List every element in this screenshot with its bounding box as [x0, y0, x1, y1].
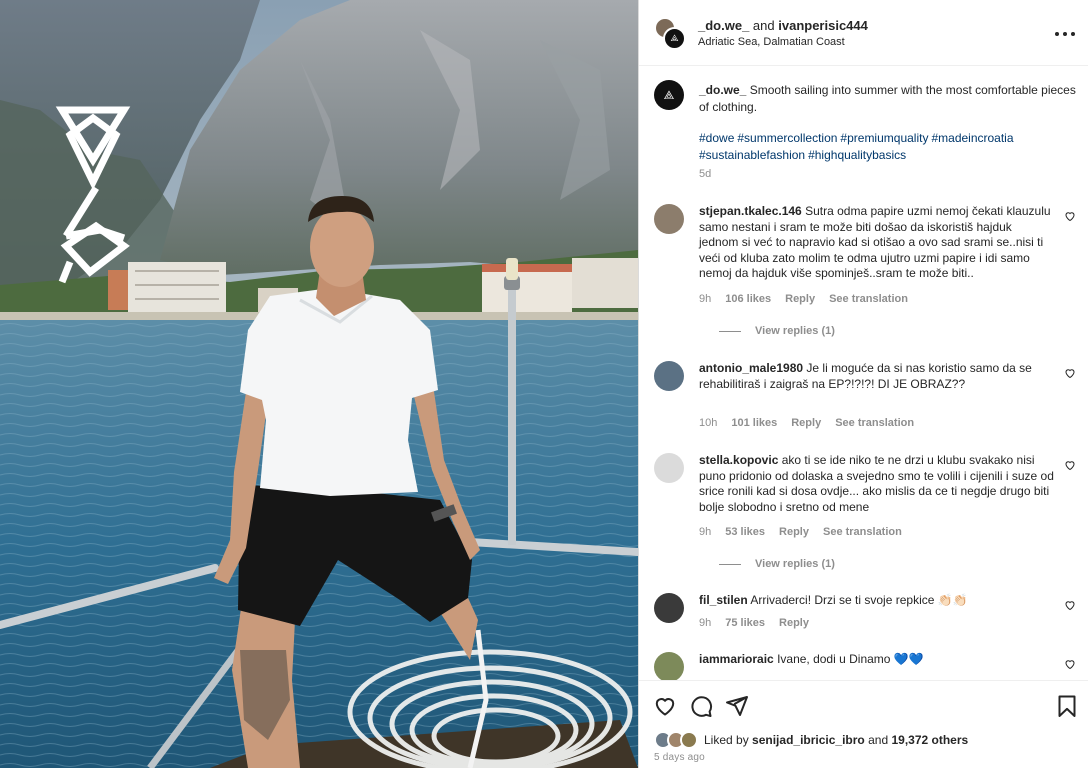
hashtag-link[interactable]: #premiumquality — [840, 131, 928, 145]
avatar[interactable] — [654, 652, 684, 680]
reply-button[interactable]: Reply — [779, 526, 809, 538]
hashtag-link[interactable]: #madeincroatia — [931, 131, 1013, 145]
bookmark-icon[interactable] — [1055, 694, 1079, 718]
reply-button[interactable]: Reply — [791, 417, 821, 429]
comment-text: stjepan.tkalec.146 Sutra odma papire uzm… — [699, 204, 1054, 282]
comment-text: fil_stilen Arrivaderci! Drzi se ti svoje… — [699, 593, 1054, 609]
reply-button[interactable]: Reply — [779, 617, 809, 629]
comment-username[interactable]: iammarioraic — [699, 652, 774, 666]
like-comment-heart-icon[interactable] — [1064, 658, 1076, 670]
comment-meta: 9h 106 likes Reply See translation — [699, 293, 922, 305]
comment-username[interactable]: stjepan.tkalec.146 — [699, 204, 802, 218]
avatar[interactable] — [654, 593, 684, 623]
avatar-do-we[interactable]: ⟁ — [663, 27, 686, 50]
like-comment-heart-icon[interactable] — [1064, 599, 1076, 611]
author-link-ivanperisic444[interactable]: ivanperisic444 — [778, 18, 868, 33]
heart-icon[interactable] — [653, 694, 677, 718]
comment-time[interactable]: 9h — [699, 617, 711, 629]
reply-button[interactable]: Reply — [785, 293, 815, 305]
liker-avatars — [654, 731, 702, 749]
author-avatars[interactable]: ⟁ — [654, 17, 686, 50]
avatar-do-we[interactable]: ⟁ — [654, 80, 684, 110]
post-photo[interactable] — [0, 0, 638, 768]
comment-likes[interactable]: 106 likes — [725, 293, 771, 305]
caption-hashtags: #dowe #summercollection #premiumquality #ma… — [699, 130, 1079, 164]
caption-username[interactable]: _do.we_ — [699, 83, 746, 97]
post-date[interactable]: 5 days ago — [654, 752, 705, 763]
see-translation-button[interactable]: See translation — [835, 417, 914, 429]
caption-body: Smooth sailing into summer with the most… — [699, 83, 1076, 114]
comment-likes[interactable]: 75 likes — [725, 617, 765, 629]
comment-username[interactable]: stella.kopovic — [699, 453, 778, 467]
more-horizontal-icon[interactable] — [1055, 24, 1075, 44]
post-actions: Liked by senijad_ibricic_ibro and 19,372… — [639, 680, 1088, 768]
avatar[interactable] — [654, 361, 684, 391]
likes-summary[interactable]: Liked by senijad_ibricic_ibro and 19,372… — [654, 730, 968, 750]
hashtag-link[interactable]: #summercollection — [737, 131, 837, 145]
caption-time[interactable]: 5d — [699, 168, 711, 180]
post-image — [0, 0, 638, 768]
comment-username[interactable]: antonio_male1980 — [699, 361, 803, 375]
liked-by-others[interactable]: 19,372 others — [891, 733, 968, 747]
avatar[interactable] — [654, 453, 684, 483]
view-replies-button[interactable]: View replies (1) — [719, 558, 835, 570]
author-link-do-we[interactable]: _do.we_ — [698, 18, 749, 33]
like-comment-heart-icon[interactable] — [1064, 367, 1076, 379]
avatar — [680, 731, 698, 749]
liked-by-connector: and — [868, 733, 889, 747]
post-location[interactable]: Adriatic Sea, Dalmatian Coast — [698, 36, 845, 48]
comment-time[interactable]: 9h — [699, 526, 711, 538]
comment-text: stella.kopovic ako ti se ide niko te ne … — [699, 453, 1054, 515]
comment-body: Arrivaderci! Drzi se ti svoje repkice 👏🏻… — [750, 593, 968, 607]
hashtag-link[interactable]: #dowe — [699, 131, 734, 145]
comment-text: iammarioraic Ivane, dodi u Dinamo 💙💙 — [699, 652, 1054, 668]
post-authors: _do.we_ and ivanperisic444 — [698, 18, 868, 33]
like-comment-heart-icon[interactable] — [1064, 459, 1076, 471]
liked-by-user[interactable]: senijad_ibricic_ibro — [752, 733, 865, 747]
comment-time[interactable]: 10h — [699, 417, 717, 429]
like-comment-heart-icon[interactable] — [1064, 210, 1076, 222]
share-icon[interactable] — [725, 694, 749, 718]
comment-username[interactable]: fil_stilen — [699, 593, 748, 607]
see-translation-button[interactable]: See translation — [829, 293, 908, 305]
dowe-logo-icon: ⟁ — [670, 33, 679, 43]
comment-meta: 9h 53 likes Reply See translation — [699, 526, 916, 538]
comment-meta: 9h 75 likes Reply — [699, 617, 823, 629]
comment-likes[interactable]: 101 likes — [731, 417, 777, 429]
hashtag-link[interactable]: #sustainablefashion — [699, 148, 805, 162]
author-connector: and — [752, 18, 775, 33]
hashtag-link[interactable]: #highqualitybasics — [808, 148, 906, 162]
comment-body: Ivane, dodi u Dinamo 💙💙 — [777, 652, 924, 666]
post-header: ⟁ _do.we_ and ivanperisic444 Adriatic Se… — [639, 0, 1088, 66]
comment-icon[interactable] — [689, 694, 713, 718]
see-translation-button[interactable]: See translation — [823, 526, 902, 538]
comment-meta: 10h 101 likes Reply See translation — [699, 417, 928, 429]
comment-time[interactable]: 9h — [699, 293, 711, 305]
dowe-logo-icon: ⟁ — [663, 87, 675, 102]
view-replies-button[interactable]: View replies (1) — [719, 325, 835, 337]
liked-by-prefix: Liked by — [704, 733, 749, 747]
comment-text: antonio_male1980 Je li moguće da si nas … — [699, 361, 1054, 392]
comment-likes[interactable]: 53 likes — [725, 526, 765, 538]
post-side-panel: ⟁ _do.we_ and ivanperisic444 Adriatic Se… — [638, 0, 1088, 768]
caption-text: _do.we_ Smooth sailing into summer with … — [699, 82, 1079, 116]
comments-list[interactable]: ⟁ _do.we_ Smooth sailing into summer wit… — [639, 66, 1088, 680]
avatar[interactable] — [654, 204, 684, 234]
